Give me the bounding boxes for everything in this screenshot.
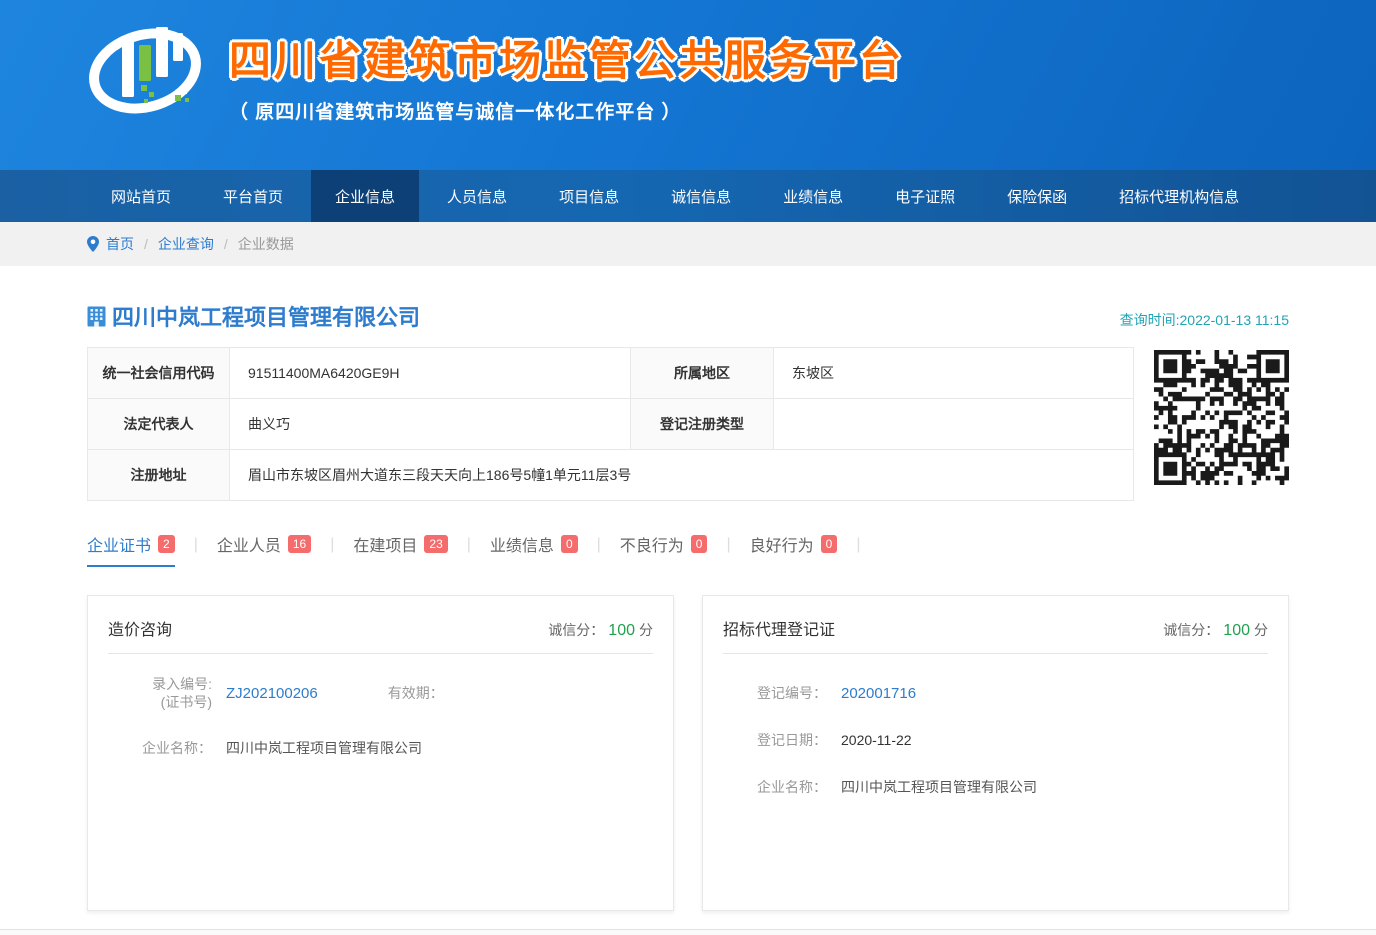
- legal-rep-value: 曲义巧: [230, 399, 631, 450]
- credit-code-label: 统一社会信用代码: [88, 348, 230, 399]
- nav-item-bidding-agency-info[interactable]: 招标代理机构信息: [1095, 170, 1263, 222]
- validity-label: 有效期：: [388, 684, 444, 711]
- breadcrumb-separator: /: [144, 236, 148, 252]
- registration-type-label: 登记注册类型: [631, 399, 774, 450]
- main-nav: 网站首页 平台首页 企业信息 人员信息 项目信息 诚信信息 业绩信息 电子证照 …: [0, 170, 1376, 222]
- tab-good-behavior[interactable]: 良好行为 0: [750, 532, 838, 567]
- integrity-score: 诚信分：100分: [1163, 620, 1268, 640]
- tab-separator: |: [726, 536, 730, 563]
- tab-separator: |: [597, 536, 601, 563]
- legal-rep-label: 法定代表人: [88, 399, 230, 450]
- nav-item-performance-info[interactable]: 业绩信息: [759, 170, 867, 222]
- certificate-number-link[interactable]: ZJ202100206: [226, 684, 318, 711]
- tab-separator: |: [467, 536, 471, 563]
- nav-item-website-home[interactable]: 网站首页: [87, 170, 195, 222]
- company-name-value: 四川中岚工程项目管理有限公司: [841, 778, 1037, 797]
- tab-bad-behavior[interactable]: 不良行为 0: [620, 532, 708, 567]
- bidding-agency-card: 招标代理登记证 诚信分：100分 登记编号： 202001716 登记日期： 2…: [702, 595, 1289, 911]
- registration-date-label: 登记日期：: [723, 731, 827, 750]
- breadcrumb-enterprise-search[interactable]: 企业查询: [158, 234, 214, 254]
- nav-item-project-info[interactable]: 项目信息: [535, 170, 643, 222]
- company-info-table: 统一社会信用代码 91511400MA6420GE9H 所属地区 东坡区 法定代…: [87, 347, 1134, 501]
- nav-item-insurance-guarantee[interactable]: 保险保函: [983, 170, 1091, 222]
- breadcrumb-bar: 首页 / 企业查询 / 企业数据: [0, 222, 1376, 266]
- tab-count-badge: 16: [288, 535, 311, 553]
- page-bottom-divider: [0, 929, 1376, 935]
- tab-separator: |: [194, 536, 198, 563]
- registered-address-label: 注册地址: [88, 450, 230, 501]
- entry-number-label: 录入编号: (证书号): [108, 675, 212, 711]
- company-name-label: 企业名称：: [723, 778, 827, 797]
- qr-code: [1154, 350, 1289, 485]
- company-name-label: 企业名称：: [108, 739, 212, 758]
- registration-date-value: 2020-11-22: [841, 731, 912, 750]
- location-pin-icon: [87, 236, 99, 252]
- breadcrumb-current: 企业数据: [238, 234, 294, 254]
- cost-consulting-card: 造价咨询 诚信分：100分 录入编号: (证书号) ZJ202100206 有效…: [87, 595, 674, 911]
- score-value: 100: [608, 622, 635, 639]
- tab-projects-under-construction[interactable]: 在建项目 23: [353, 532, 447, 567]
- nav-item-platform-home[interactable]: 平台首页: [199, 170, 307, 222]
- site-logo-icon: [85, 13, 205, 124]
- agency-card-title: 招标代理登记证: [723, 616, 835, 640]
- tab-performance-info[interactable]: 业绩信息 0: [490, 532, 578, 567]
- company-info-block: 统一社会信用代码 91511400MA6420GE9H 所属地区 东坡区 法定代…: [87, 347, 1289, 501]
- tabs-row: 企业证书 2 | 企业人员 16 | 在建项目 23 | 业绩信息 0 | 不良…: [87, 532, 1289, 567]
- main-content: 四川中岚工程项目管理有限公司 查询时间:2022-01-13 11:15 统一社…: [87, 300, 1289, 911]
- nav-item-e-certificates[interactable]: 电子证照: [871, 170, 979, 222]
- nav-item-personnel-info[interactable]: 人员信息: [423, 170, 531, 222]
- tab-enterprise-personnel[interactable]: 企业人员 16: [217, 532, 311, 567]
- region-value: 东坡区: [774, 348, 1134, 399]
- tab-separator: |: [330, 536, 334, 563]
- tab-count-badge: 0: [561, 535, 578, 553]
- tab-count-badge: 23: [424, 535, 447, 553]
- region-label: 所属地区: [631, 348, 774, 399]
- qr-box: [1134, 347, 1289, 501]
- site-header: 四川省建筑市场监管公共服务平台 （ 原四川省建筑市场监管与诚信一体化工作平台 ）: [0, 0, 1376, 170]
- nav-item-enterprise-info[interactable]: 企业信息: [311, 170, 419, 222]
- registered-address-value: 眉山市东坡区眉州大道东三段天天向上186号5幢1单元11层3号: [230, 450, 1134, 501]
- nav-item-integrity-info[interactable]: 诚信信息: [647, 170, 755, 222]
- breadcrumb-separator: /: [224, 236, 228, 252]
- registration-number-label: 登记编号：: [723, 684, 827, 703]
- site-subtitle: （ 原四川省建筑市场监管与诚信一体化工作平台 ）: [229, 97, 904, 124]
- company-name: 四川中岚工程项目管理有限公司: [112, 300, 420, 332]
- building-icon: [87, 306, 106, 327]
- tab-separator: |: [856, 536, 860, 563]
- breadcrumb: 首页 / 企业查询 / 企业数据: [87, 222, 1289, 266]
- integrity-score: 诚信分：100分: [548, 620, 653, 640]
- registration-type-value: [774, 399, 1134, 450]
- tab-enterprise-certificates[interactable]: 企业证书 2: [87, 532, 175, 567]
- company-title: 四川中岚工程项目管理有限公司: [87, 300, 420, 332]
- registration-number-link[interactable]: 202001716: [841, 684, 916, 703]
- breadcrumb-home[interactable]: 首页: [106, 234, 134, 254]
- score-value: 100: [1223, 622, 1250, 639]
- company-name-value: 四川中岚工程项目管理有限公司: [226, 739, 422, 758]
- tab-count-badge: 2: [158, 535, 175, 553]
- cost-card-title: 造价咨询: [108, 616, 172, 640]
- site-title: 四川省建筑市场监管公共服务平台: [229, 27, 904, 88]
- tab-count-badge: 0: [691, 535, 708, 553]
- query-time: 查询时间:2022-01-13 11:15: [1120, 310, 1289, 332]
- credit-code-value: 91511400MA6420GE9H: [230, 348, 631, 399]
- tab-count-badge: 0: [821, 535, 838, 553]
